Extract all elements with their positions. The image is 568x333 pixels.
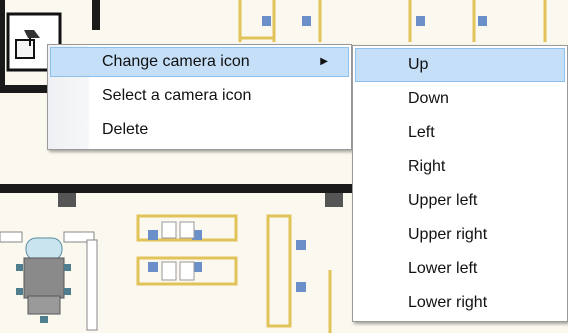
submenu-item-lower-left[interactable]: Lower left [355, 252, 565, 286]
submenu-item-right[interactable]: Right [355, 150, 565, 184]
submenu-item-down[interactable]: Down [355, 82, 565, 116]
menu-item-change-camera-icon[interactable]: Change camera icon ▶ [50, 47, 349, 77]
wall [0, 85, 47, 93]
context-menu: Change camera icon ▶ Select a camera ico… [47, 44, 352, 150]
menu-item-label: Lower right [408, 294, 488, 311]
menu-item-label: Change camera icon [102, 53, 250, 70]
menu-item-label: Upper right [408, 226, 488, 243]
menu-item-label: Select a camera icon [102, 87, 252, 104]
menu-item-label: Delete [102, 121, 149, 138]
submenu-item-upper-left[interactable]: Upper left [355, 184, 565, 218]
menu-item-label: Upper left [408, 192, 478, 209]
wall [325, 193, 343, 207]
submenu-item-upper-right[interactable]: Upper right [355, 218, 565, 252]
menu-item-label: Left [408, 124, 435, 141]
menu-item-select-camera-icon[interactable]: Select a camera icon [50, 81, 349, 111]
submenu-item-lower-right[interactable]: Lower right [355, 286, 565, 320]
menu-item-label: Right [408, 158, 446, 175]
menu-item-label: Down [408, 90, 449, 107]
submenu-item-left[interactable]: Left [355, 116, 565, 150]
submenu-arrow-icon: ▶ [320, 56, 328, 67]
wall [0, 0, 5, 85]
menu-item-label: Lower left [408, 260, 478, 277]
meeting-table [23, 237, 65, 315]
menu-item-delete[interactable]: Delete [50, 115, 349, 145]
wall [58, 193, 76, 207]
wall [0, 184, 352, 193]
wall [92, 0, 100, 30]
camera-direction-submenu: Up Down Left Right Upper left Upper righ… [352, 45, 568, 322]
submenu-item-up[interactable]: Up [355, 48, 565, 82]
menu-item-label: Up [408, 56, 429, 73]
